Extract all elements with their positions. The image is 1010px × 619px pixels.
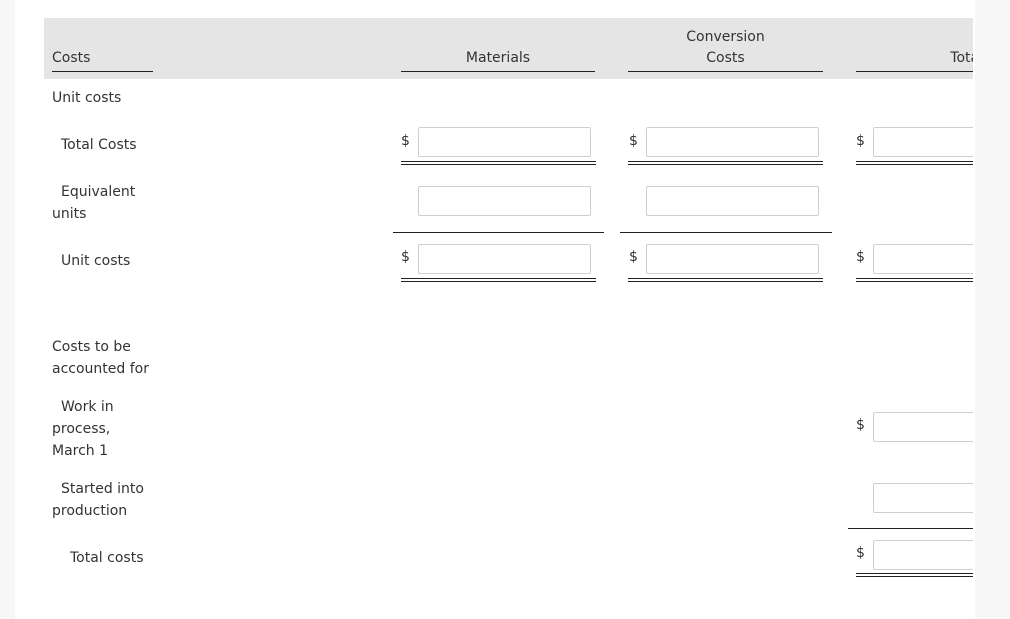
dollar-sign: $: [629, 133, 638, 149]
double-underline: [401, 161, 596, 165]
total-costs-materials-input[interactable]: [418, 127, 591, 157]
unit-costs-materials-input[interactable]: [418, 244, 591, 274]
unit-costs-conversion-input[interactable]: [646, 244, 819, 274]
row-label-equivalent-units-2: units: [52, 206, 87, 222]
row-label-wip-1: Work in: [61, 399, 114, 415]
started-into-production-total-input[interactable]: [873, 483, 973, 513]
double-underline: [856, 161, 973, 165]
total-costs-total-input[interactable]: [873, 127, 973, 157]
dollar-sign: $: [401, 249, 410, 265]
dollar-sign: $: [856, 133, 865, 149]
header-materials: Materials: [401, 47, 595, 72]
table-header: Costs Materials Conversion Costs Total: [44, 18, 973, 79]
double-underline: [628, 278, 823, 282]
dollar-sign: $: [856, 417, 865, 433]
dollar-sign: $: [401, 133, 410, 149]
row-label-started-1: Started into: [61, 481, 144, 497]
double-underline: [628, 161, 823, 165]
header-conversion-costs: Costs: [628, 47, 823, 72]
row-label-total-costs: Total Costs: [61, 137, 137, 153]
section-costs-to-be-2: accounted for: [52, 361, 149, 377]
double-underline: [856, 278, 973, 282]
row-label-started-2: production: [52, 503, 128, 519]
single-underline: [393, 232, 604, 233]
row-label-wip-2: process,: [52, 421, 111, 437]
row-label-unit-costs: Unit costs: [61, 253, 131, 269]
unit-costs-total-input[interactable]: [873, 244, 973, 274]
single-underline: [848, 528, 973, 529]
content-panel: Costs Materials Conversion Costs Total U…: [15, 0, 975, 619]
equiv-units-conversion-input[interactable]: [646, 186, 819, 216]
double-underline: [856, 573, 973, 577]
section-costs-to-be-1: Costs to be: [52, 339, 131, 355]
dollar-sign: $: [856, 249, 865, 265]
header-total: Total: [856, 47, 973, 72]
dollar-sign: $: [629, 249, 638, 265]
row-label-total-costs-final: Total costs: [70, 550, 144, 566]
wip-march1-total-input[interactable]: [873, 412, 973, 442]
dollar-sign: $: [856, 545, 865, 561]
header-costs: Costs: [52, 47, 153, 72]
total-costs-final-total-input[interactable]: [873, 540, 973, 570]
header-conversion-line1: Conversion: [686, 29, 765, 45]
cost-table: Costs Materials Conversion Costs Total U…: [44, 18, 973, 619]
double-underline: [401, 278, 596, 282]
equiv-units-materials-input[interactable]: [418, 186, 591, 216]
single-underline: [620, 232, 832, 233]
total-costs-conversion-input[interactable]: [646, 127, 819, 157]
row-label-equivalent-units-1: Equivalent: [61, 184, 136, 200]
row-label-wip-3: March 1: [52, 443, 109, 459]
section-unit-costs: Unit costs: [52, 90, 122, 106]
